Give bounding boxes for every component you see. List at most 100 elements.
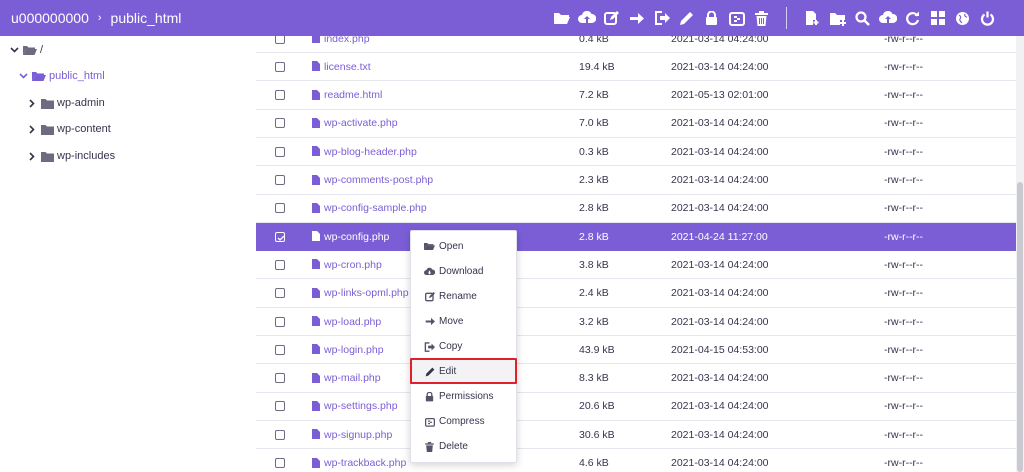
row-checkbox[interactable] bbox=[275, 175, 285, 185]
file-name[interactable]: wp-mail.php bbox=[324, 372, 381, 384]
tree-item-root[interactable]: / bbox=[9, 42, 43, 58]
table-row[interactable]: index.php 0.4 kB 2021-03-14 04:24:00 -rw-r-… bbox=[256, 36, 1016, 53]
file-name[interactable]: index.php bbox=[324, 36, 370, 45]
tree-item-public-html[interactable]: public_html bbox=[18, 68, 105, 84]
file-permissions: -rw-r--r-- bbox=[884, 145, 924, 158]
file-icon bbox=[312, 287, 320, 301]
table-row[interactable]: wp-links-opml.php 2.4 kB 2021-03-14 04:24:… bbox=[256, 280, 1016, 308]
table-row[interactable]: wp-config.php 2.8 kB 2021-04-24 11:27:00 -r… bbox=[256, 223, 1016, 252]
table-row[interactable]: wp-blog-header.php 0.3 kB 2021-03-14 04:24… bbox=[256, 138, 1016, 167]
context-menu-copy[interactable]: Copy bbox=[411, 334, 516, 359]
file-name[interactable]: readme.html bbox=[324, 89, 382, 101]
row-checkbox[interactable] bbox=[275, 344, 285, 355]
context-menu-download[interactable]: Download bbox=[411, 259, 516, 284]
open-folder-icon[interactable] bbox=[549, 0, 574, 36]
power-icon[interactable] bbox=[975, 0, 1000, 36]
trash-icon[interactable] bbox=[749, 0, 774, 36]
file-name[interactable]: wp-login.php bbox=[324, 344, 384, 356]
table-row[interactable]: wp-settings.php 20.6 kB 2021-03-14 04:24:0… bbox=[256, 393, 1016, 421]
file-name[interactable]: wp-load.php bbox=[324, 316, 381, 328]
context-menu-rename[interactable]: Rename bbox=[411, 284, 516, 309]
globe-icon[interactable] bbox=[950, 0, 975, 36]
chevron-right-icon[interactable] bbox=[27, 98, 37, 108]
grid-view-icon[interactable] bbox=[925, 0, 950, 36]
context-menu-open[interactable]: Open bbox=[411, 234, 516, 259]
table-row[interactable]: wp-config-sample.php 2.8 kB 2021-03-14 04:… bbox=[256, 195, 1016, 223]
table-row[interactable]: wp-mail.php 8.3 kB 2021-03-14 04:24:00 -rw-… bbox=[256, 365, 1016, 393]
tree-item-wp-content[interactable]: wp-content bbox=[27, 121, 111, 137]
file-size: 3.2 kB bbox=[579, 315, 609, 328]
file-permissions: -rw-r--r-- bbox=[884, 315, 924, 328]
chevron-down-icon[interactable] bbox=[18, 71, 28, 81]
toolbar bbox=[549, 0, 1000, 36]
file-name[interactable]: wp-activate.php bbox=[324, 117, 398, 129]
row-checkbox[interactable] bbox=[275, 90, 285, 101]
file-name[interactable]: wp-config.php bbox=[324, 231, 389, 243]
file-name[interactable]: wp-settings.php bbox=[324, 400, 398, 412]
context-menu-delete[interactable]: Delete bbox=[411, 434, 516, 459]
context-menu-move[interactable]: Move bbox=[411, 309, 516, 334]
row-checkbox[interactable] bbox=[275, 118, 285, 129]
table-row[interactable]: wp-load.php 3.2 kB 2021-03-14 04:24:00 -rw-… bbox=[256, 308, 1016, 336]
tree-item-label: wp-content bbox=[57, 123, 111, 135]
file-size: 7.0 kB bbox=[579, 117, 609, 130]
file-size: 0.4 kB bbox=[579, 36, 609, 45]
edit-square-icon[interactable] bbox=[599, 0, 624, 36]
row-checkbox[interactable] bbox=[275, 61, 285, 72]
table-row[interactable]: license.txt 19.4 kB 2021-03-14 04:24:00 -rw… bbox=[256, 53, 1016, 82]
table-row[interactable]: wp-trackback.php 4.6 kB 2021-03-14 04:24:0… bbox=[256, 450, 1016, 472]
cloud-upload-icon[interactable] bbox=[875, 0, 900, 36]
tree-item-wp-admin[interactable]: wp-admin bbox=[27, 95, 105, 111]
file-name[interactable]: wp-signup.php bbox=[324, 429, 392, 441]
search-icon[interactable] bbox=[850, 0, 875, 36]
breadcrumb-root[interactable]: u000000000 bbox=[11, 10, 89, 26]
context-menu-edit[interactable]: Edit bbox=[411, 359, 516, 384]
table-row[interactable]: readme.html 7.2 kB 2021-05-13 02:01:00 -rw-… bbox=[256, 82, 1016, 110]
table-row[interactable]: wp-login.php 43.9 kB 2021-04-15 04:53:00 -r… bbox=[256, 336, 1016, 365]
row-checkbox[interactable] bbox=[275, 231, 285, 242]
row-checkbox[interactable] bbox=[275, 146, 285, 157]
file-name[interactable]: wp-cron.php bbox=[324, 259, 382, 271]
chevron-right-icon[interactable] bbox=[27, 151, 37, 161]
upload-icon[interactable] bbox=[574, 0, 599, 36]
row-checkbox[interactable] bbox=[275, 259, 285, 270]
copy-icon bbox=[424, 341, 435, 352]
scrollbar-thumb[interactable] bbox=[1017, 182, 1023, 472]
compress-icon[interactable] bbox=[724, 0, 749, 36]
file-name[interactable]: wp-links-opml.php bbox=[324, 287, 409, 299]
file-name[interactable]: wp-config-sample.php bbox=[324, 202, 427, 214]
file-modified-date: 2021-03-14 04:24:00 bbox=[671, 36, 769, 45]
chevron-down-icon[interactable] bbox=[9, 45, 19, 55]
refresh-icon[interactable] bbox=[900, 0, 925, 36]
row-checkbox[interactable] bbox=[275, 316, 285, 327]
file-name[interactable]: wp-trackback.php bbox=[324, 457, 406, 469]
move-arrow-icon[interactable] bbox=[624, 0, 649, 36]
row-checkbox[interactable] bbox=[275, 288, 285, 299]
tree-item-wp-includes[interactable]: wp-includes bbox=[27, 148, 115, 164]
lock-icon[interactable] bbox=[699, 0, 724, 36]
file-name[interactable]: wp-comments-post.php bbox=[324, 174, 433, 186]
row-checkbox[interactable] bbox=[275, 458, 285, 468]
row-checkbox[interactable] bbox=[275, 429, 285, 440]
pencil-icon[interactable] bbox=[674, 0, 699, 36]
file-name[interactable]: wp-blog-header.php bbox=[324, 146, 417, 158]
chevron-right-icon[interactable] bbox=[27, 124, 37, 134]
row-checkbox[interactable] bbox=[275, 373, 285, 384]
file-permissions: -rw-r--r-- bbox=[884, 89, 924, 102]
context-menu-compress[interactable]: Compress bbox=[411, 409, 516, 434]
table-row[interactable]: wp-signup.php 30.6 kB 2021-03-14 04:24:00 -… bbox=[256, 421, 1016, 450]
folder-icon bbox=[41, 98, 54, 109]
table-row[interactable]: wp-activate.php 7.0 kB 2021-03-14 04:24:00… bbox=[256, 110, 1016, 138]
file-name[interactable]: license.txt bbox=[324, 61, 371, 73]
row-checkbox[interactable] bbox=[275, 203, 285, 214]
row-checkbox[interactable] bbox=[275, 401, 285, 412]
context-menu-permissions[interactable]: Permissions bbox=[411, 384, 516, 409]
copy-icon[interactable] bbox=[649, 0, 674, 36]
breadcrumb-current[interactable]: public_html bbox=[111, 10, 182, 26]
new-file-icon[interactable] bbox=[800, 0, 825, 36]
new-folder-icon[interactable] bbox=[825, 0, 850, 36]
table-row[interactable]: wp-comments-post.php 2.3 kB 2021-03-14 04:… bbox=[256, 167, 1016, 195]
row-checkbox[interactable] bbox=[275, 36, 285, 44]
download-icon bbox=[424, 266, 435, 277]
table-row[interactable]: wp-cron.php 3.8 kB 2021-03-14 04:24:00 -rw-… bbox=[256, 251, 1016, 280]
